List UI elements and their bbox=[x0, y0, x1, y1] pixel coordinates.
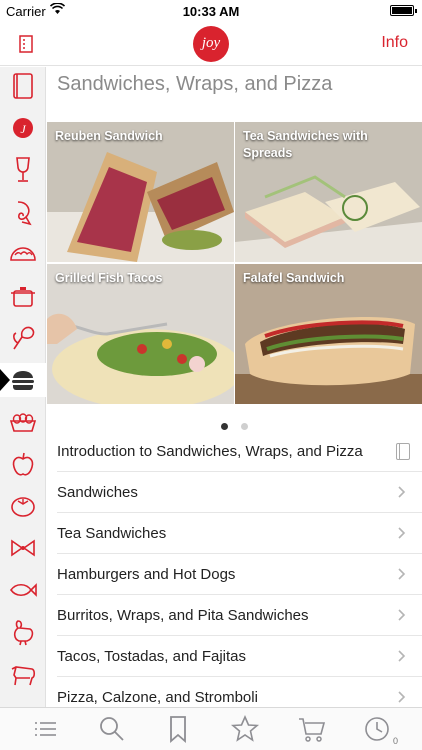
page-title: Sandwiches, Wraps, and Pizza bbox=[57, 73, 333, 95]
history-count-badge: 0 bbox=[392, 736, 398, 746]
vegetable-icon bbox=[13, 326, 35, 350]
tab-bar: 0 bbox=[0, 707, 422, 750]
chevron-right-icon bbox=[398, 609, 406, 621]
featured-tile[interactable]: Grilled Fish Tacos bbox=[47, 264, 234, 404]
sidebar-item-soups[interactable] bbox=[6, 279, 40, 313]
wine-glass-icon bbox=[16, 157, 30, 182]
sidebar-item-seafood[interactable] bbox=[6, 195, 40, 229]
chapter-sidebar: J bbox=[0, 67, 46, 707]
cart-icon bbox=[299, 718, 326, 742]
contents-icon[interactable] bbox=[16, 34, 36, 54]
list-item[interactable]: Hamburgers and Hot Dogs bbox=[57, 554, 422, 595]
sidebar-item-fruit[interactable] bbox=[6, 447, 40, 481]
list-item[interactable]: Tacos, Tostadas, and Fajitas bbox=[57, 636, 422, 677]
featured-tile[interactable]: Reuben Sandwich bbox=[47, 122, 234, 262]
joy-logo[interactable]: joy bbox=[193, 26, 229, 62]
sidebar-item-drinks[interactable] bbox=[6, 153, 40, 187]
nav-bar: joy Info bbox=[0, 22, 422, 66]
tab-shopping-list[interactable] bbox=[297, 714, 327, 744]
featured-tile[interactable]: Falafel Sandwich bbox=[235, 264, 422, 404]
chapter-content: Sandwiches, Wraps, and Pizza Reuben Sand… bbox=[47, 67, 422, 707]
clock: 10:33 AM bbox=[182, 4, 240, 19]
list-item[interactable]: Tea Sandwiches bbox=[57, 513, 422, 554]
cow-icon bbox=[11, 666, 36, 686]
pasta-icon bbox=[11, 539, 35, 557]
list-item[interactable]: Sandwiches bbox=[57, 472, 422, 513]
status-bar: Carrier 10:33 AM bbox=[0, 0, 422, 22]
list-item[interactable]: Introduction to Sandwiches, Wraps, and P… bbox=[57, 431, 422, 472]
joy-badge-icon: J bbox=[13, 118, 33, 138]
sidebar-item-tacos[interactable] bbox=[6, 237, 40, 271]
tab-bookmarks[interactable] bbox=[163, 714, 193, 744]
tab-search[interactable] bbox=[97, 714, 127, 744]
book-icon bbox=[396, 443, 410, 460]
featured-tile[interactable]: Tea Sandwiches with Spreads bbox=[235, 122, 422, 262]
list-item-label: Burritos, Wraps, and Pita Sandwiches bbox=[57, 607, 309, 624]
chevron-right-icon bbox=[398, 527, 406, 539]
shrimp-icon bbox=[17, 201, 32, 226]
section-list: Introduction to Sandwiches, Wraps, and P… bbox=[47, 431, 422, 707]
history-icon bbox=[365, 717, 389, 741]
battery-icon bbox=[390, 5, 417, 16]
tomato-icon bbox=[11, 497, 35, 517]
page-dot-active bbox=[221, 423, 229, 430]
tab-history[interactable]: 0 bbox=[362, 714, 398, 746]
taco-icon bbox=[10, 247, 36, 261]
featured-recipes-grid: Reuben Sandwich Tea Sandwiches with Spre… bbox=[47, 122, 422, 404]
list-item-label: Tacos, Tostadas, and Fajitas bbox=[57, 648, 246, 665]
sidebar-item-book[interactable] bbox=[6, 69, 40, 103]
list-item-label: Pizza, Calzone, and Stromboli bbox=[57, 689, 258, 706]
svg-text:J: J bbox=[20, 122, 26, 136]
chicken-icon bbox=[13, 620, 34, 646]
page-indicator[interactable] bbox=[47, 417, 422, 430]
tile-caption: Tea Sandwiches with Spreads bbox=[243, 129, 368, 160]
star-icon bbox=[230, 715, 260, 742]
tab-contents[interactable] bbox=[30, 714, 60, 744]
list-item-label: Hamburgers and Hot Dogs bbox=[57, 566, 236, 583]
sidebar-item-fish[interactable] bbox=[6, 573, 40, 607]
tile-caption: Grilled Fish Tacos bbox=[55, 271, 163, 285]
chevron-right-icon bbox=[398, 568, 406, 580]
sidebar-item-vegetables[interactable] bbox=[6, 321, 40, 355]
burger-icon bbox=[12, 371, 34, 390]
pot-icon bbox=[11, 287, 35, 307]
eggs-icon bbox=[9, 413, 37, 432]
apple-icon bbox=[12, 452, 34, 476]
list-item-label: Sandwiches bbox=[57, 484, 138, 501]
list-item[interactable]: Burritos, Wraps, and Pita Sandwiches bbox=[57, 595, 422, 636]
page-dot bbox=[240, 423, 248, 430]
sidebar-item-eggs[interactable] bbox=[6, 405, 40, 439]
book-icon bbox=[13, 73, 33, 99]
sidebar-item-sandwiches[interactable] bbox=[0, 363, 46, 397]
list-icon bbox=[35, 722, 56, 736]
tile-caption: Reuben Sandwich bbox=[55, 129, 163, 143]
sidebar-item-pasta[interactable] bbox=[6, 531, 40, 565]
sidebar-item-tomato[interactable] bbox=[6, 489, 40, 523]
info-button[interactable]: Info bbox=[381, 34, 408, 52]
sidebar-item-joy[interactable]: J bbox=[6, 111, 40, 145]
fish-icon bbox=[10, 583, 37, 597]
sidebar-item-meat[interactable] bbox=[6, 657, 40, 691]
search-icon bbox=[100, 717, 124, 741]
chevron-right-icon bbox=[398, 691, 406, 703]
tab-favorites[interactable] bbox=[230, 714, 260, 744]
list-item[interactable]: Pizza, Calzone, and Stromboli bbox=[57, 677, 422, 707]
bookmark-icon bbox=[170, 716, 186, 743]
list-item-label: Introduction to Sandwiches, Wraps, and P… bbox=[57, 443, 363, 460]
chevron-right-icon bbox=[398, 486, 406, 498]
list-item-label: Tea Sandwiches bbox=[57, 525, 167, 542]
tile-caption: Falafel Sandwich bbox=[243, 271, 345, 285]
chevron-right-icon bbox=[398, 650, 406, 662]
sidebar-item-poultry[interactable] bbox=[6, 615, 40, 649]
